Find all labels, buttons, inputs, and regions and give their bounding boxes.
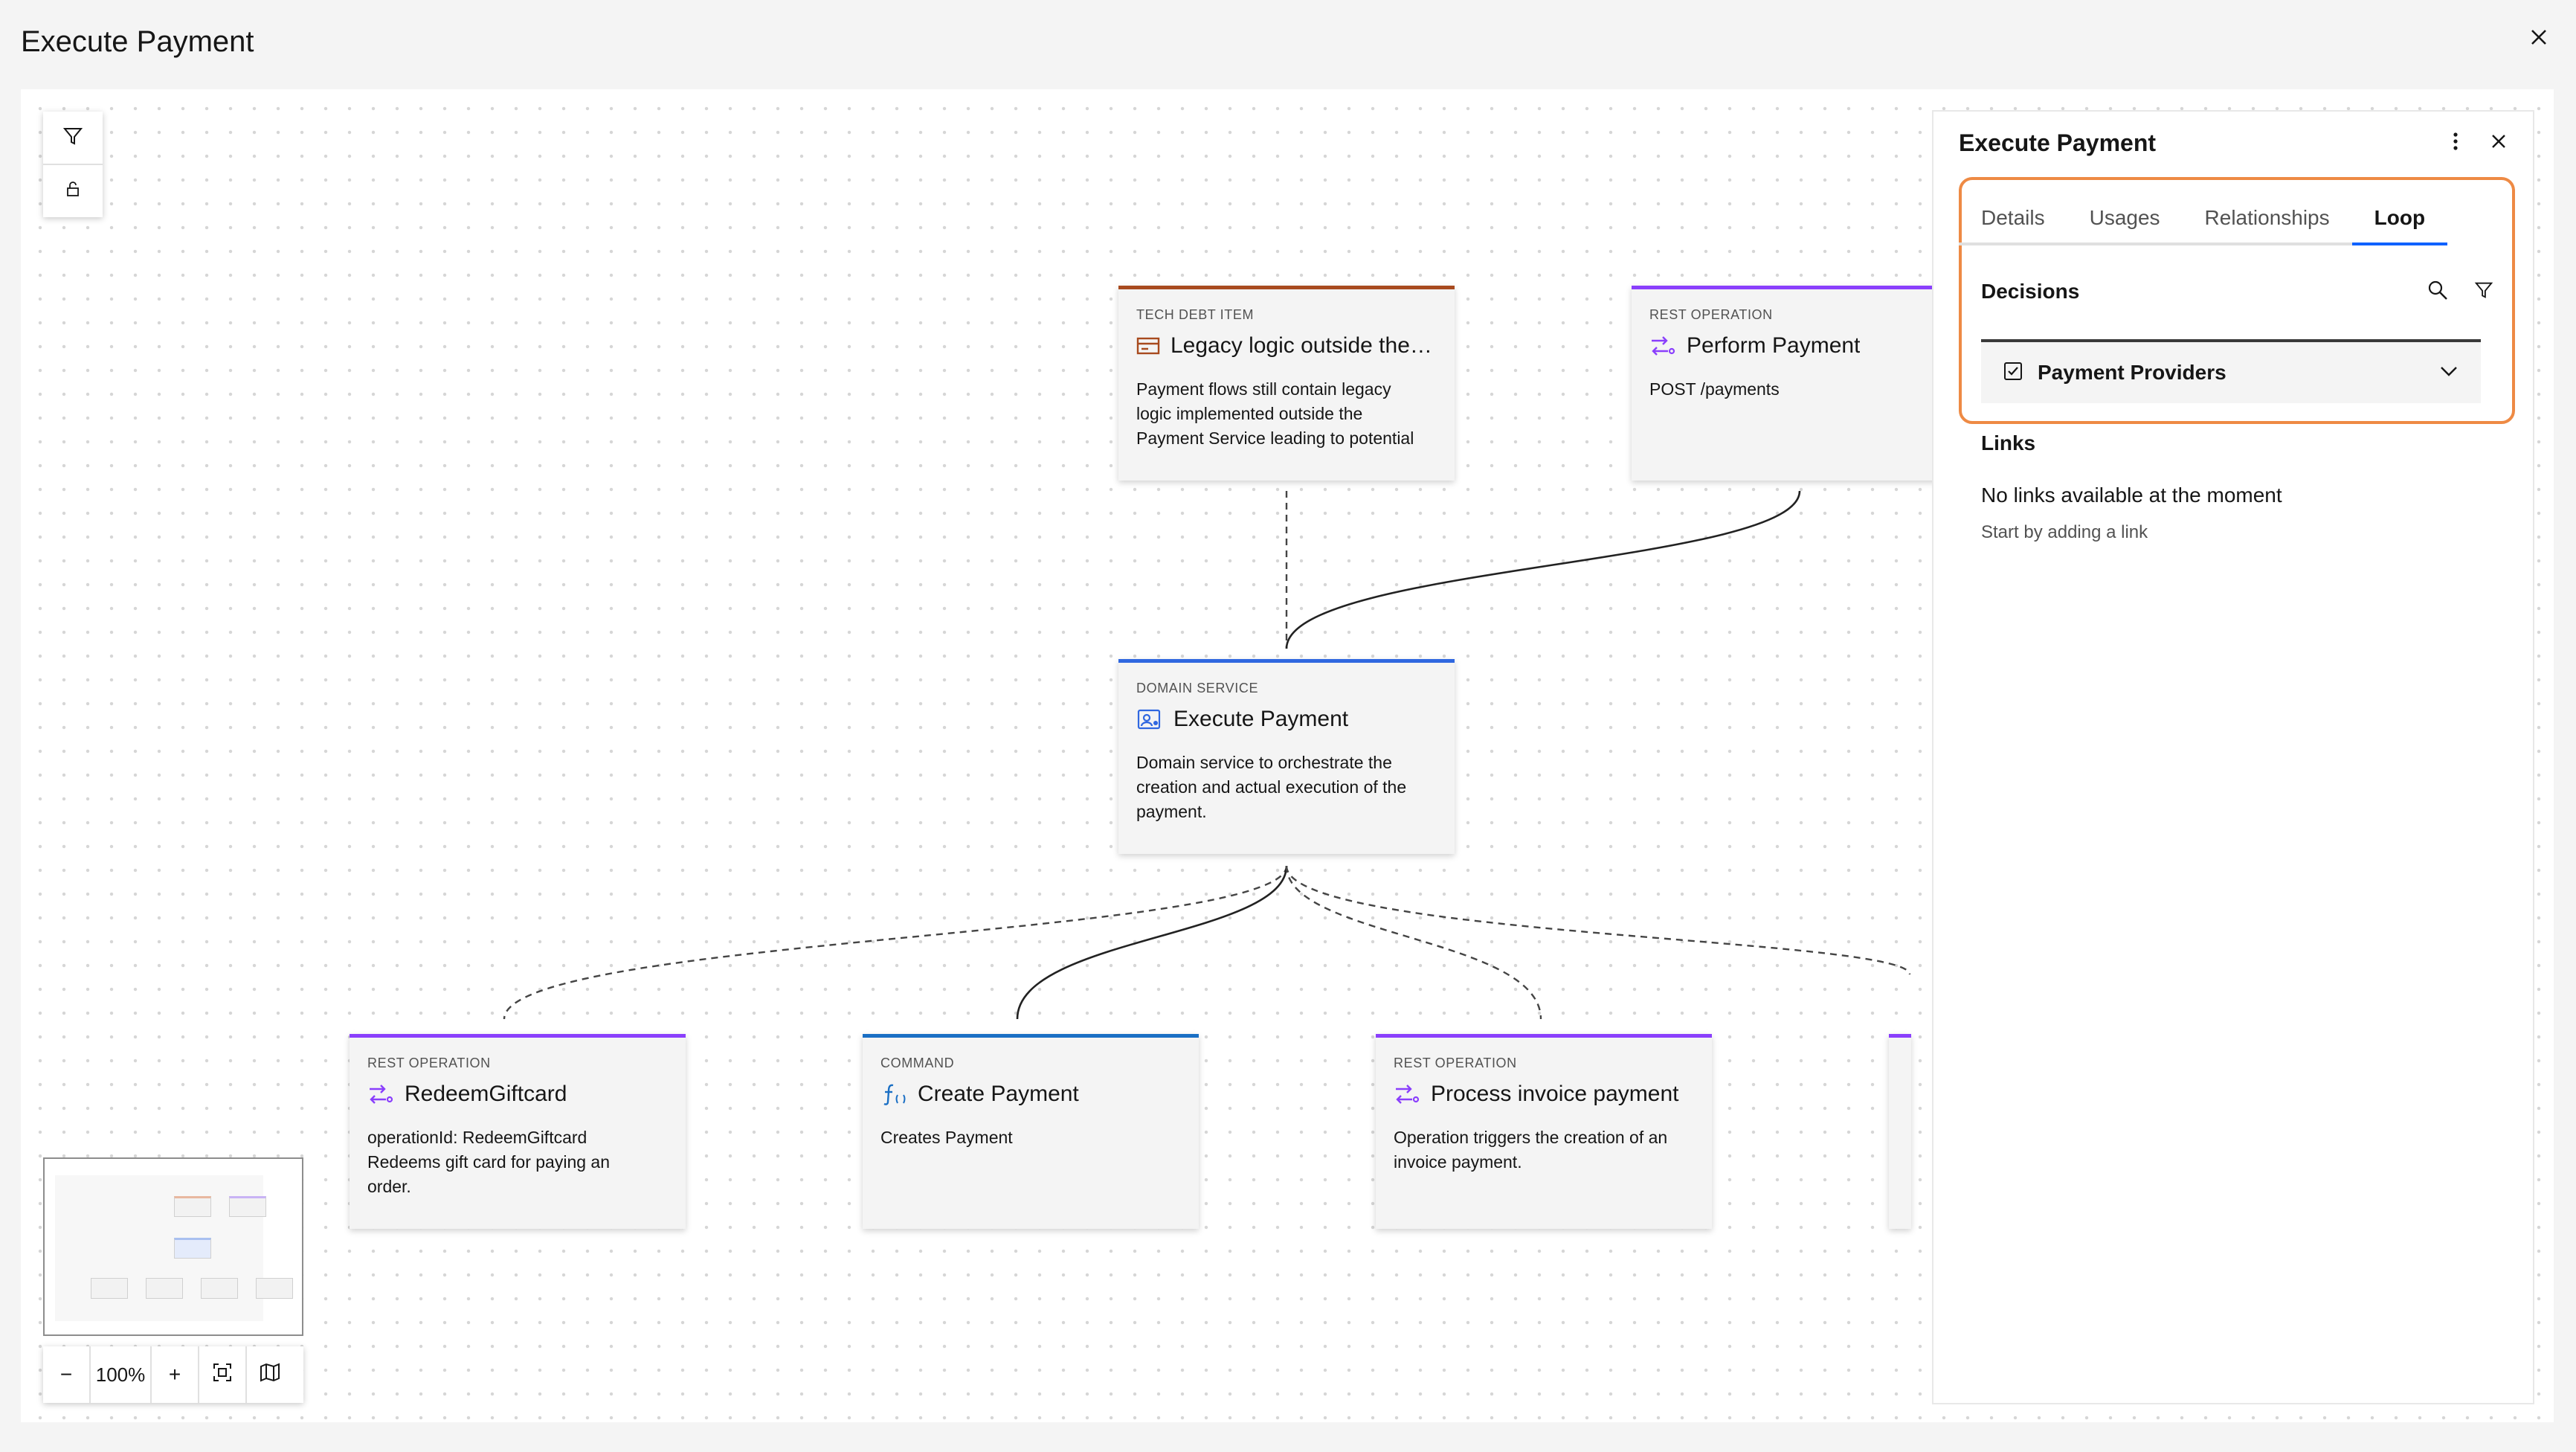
tab-loop[interactable]: Loop bbox=[2351, 193, 2448, 245]
edge-execute-to-redeem bbox=[503, 865, 1288, 1020]
zoom-in-button[interactable]: + bbox=[152, 1346, 198, 1403]
minimap-node bbox=[174, 1238, 211, 1259]
filter-icon bbox=[2474, 282, 2493, 298]
tech-debt-icon bbox=[1136, 333, 1160, 359]
node-description: operationId: RedeemGiftcard Redeems gift… bbox=[367, 1128, 611, 1196]
node-description: Payment flows still contain legacy logic… bbox=[1136, 379, 1414, 448]
fit-view-icon bbox=[213, 1363, 232, 1387]
zoom-toolbar: − 100% + bbox=[43, 1346, 303, 1403]
rest-operation-icon bbox=[1394, 1081, 1420, 1108]
node-description: Operation triggers the creation of an in… bbox=[1394, 1128, 1668, 1172]
zoom-out-button[interactable]: − bbox=[43, 1346, 89, 1403]
node-title: Create Payment bbox=[918, 1082, 1079, 1106]
links-empty-hint: Start by adding a link bbox=[1981, 522, 2148, 542]
node-kind: REST OPERATION bbox=[1649, 307, 1773, 322]
node-description: Creates Payment bbox=[880, 1128, 1013, 1147]
links-heading: Links bbox=[1981, 431, 2036, 454]
node-kind: REST OPERATION bbox=[367, 1056, 491, 1070]
node-kind: COMMAND bbox=[880, 1056, 955, 1070]
node-tech-debt[interactable]: TECH DEBT ITEM Legacy logic outside the … bbox=[1118, 286, 1455, 481]
minimap[interactable] bbox=[43, 1157, 303, 1336]
minimap-node bbox=[229, 1196, 266, 1217]
rest-operation-icon bbox=[367, 1081, 394, 1108]
domain-service-icon bbox=[1136, 706, 1163, 733]
minimap-node bbox=[201, 1278, 238, 1299]
panel-tabs: Details Usages Relationships Loop bbox=[1959, 193, 2448, 245]
node-kind: TECH DEBT ITEM bbox=[1136, 307, 1255, 322]
decisions-heading: Decisions bbox=[1981, 280, 2080, 303]
tab-usages[interactable]: Usages bbox=[2067, 193, 2183, 245]
edge-execute-to-invoice bbox=[1285, 865, 1542, 1020]
checkbox-checked-icon bbox=[2003, 362, 2023, 385]
panel-close-button[interactable] bbox=[2482, 126, 2515, 159]
edge-execute-to-create bbox=[1016, 865, 1288, 1020]
node-title: Process invoice payment bbox=[1431, 1082, 1679, 1106]
node-create-payment[interactable]: COMMAND Create Payment Creates Payment bbox=[863, 1034, 1199, 1229]
node-offscreen-partial[interactable] bbox=[1889, 1034, 1911, 1229]
minimap-toggle-button[interactable] bbox=[247, 1346, 293, 1403]
node-execute-payment[interactable]: DOMAIN SERVICE Execute Payment Domain se… bbox=[1118, 659, 1455, 854]
overflow-menu-button[interactable] bbox=[2439, 126, 2472, 159]
links-empty-title: No links available at the moment bbox=[1981, 484, 2282, 507]
node-title: Legacy logic outside the Payment Service bbox=[1171, 333, 1437, 358]
edge-perform-to-execute bbox=[1285, 490, 1801, 649]
panel-title: Execute Payment bbox=[1959, 129, 2157, 156]
chevron-down-icon bbox=[2439, 365, 2459, 381]
node-process-invoice-payment[interactable]: REST OPERATION Process invoice payment O… bbox=[1376, 1034, 1712, 1229]
close-icon[interactable] bbox=[2522, 21, 2555, 54]
filter-button[interactable] bbox=[2467, 274, 2500, 306]
node-description: Domain service to orchestrate the creati… bbox=[1136, 753, 1407, 821]
minimap-node bbox=[91, 1278, 128, 1299]
command-icon bbox=[880, 1081, 907, 1108]
node-perform-payment[interactable]: REST OPERATION Perform Payment POST /pay… bbox=[1632, 286, 1968, 481]
minimap-node bbox=[146, 1278, 183, 1299]
overflow-menu-icon bbox=[2453, 132, 2459, 155]
decision-accordion-payment-providers[interactable]: Payment Providers bbox=[1981, 339, 2481, 403]
map-icon bbox=[260, 1362, 280, 1387]
close-icon bbox=[2490, 133, 2507, 153]
edge-execute-to-offscreen bbox=[1285, 865, 1911, 975]
node-redeem-giftcard[interactable]: REST OPERATION RedeemGiftcard operationI… bbox=[350, 1034, 686, 1229]
search-button[interactable] bbox=[2421, 274, 2454, 306]
tab-relationships[interactable]: Relationships bbox=[2182, 193, 2352, 245]
fit-view-button[interactable] bbox=[199, 1346, 245, 1403]
node-title: Execute Payment bbox=[1173, 707, 1349, 731]
node-title: Perform Payment bbox=[1687, 333, 1861, 358]
search-icon bbox=[2428, 280, 2447, 300]
rest-operation-icon bbox=[1649, 333, 1676, 359]
node-kind: REST OPERATION bbox=[1394, 1056, 1517, 1070]
minimap-node bbox=[174, 1196, 211, 1217]
node-title: RedeemGiftcard bbox=[405, 1082, 567, 1106]
decisions-actions bbox=[2421, 274, 2500, 306]
node-description: POST /payments bbox=[1649, 379, 1780, 399]
decision-label: Payment Providers bbox=[2038, 361, 2226, 384]
minimap-node bbox=[256, 1278, 293, 1299]
page-title: Execute Payment bbox=[21, 25, 254, 58]
tab-details[interactable]: Details bbox=[1959, 193, 2067, 245]
node-kind: DOMAIN SERVICE bbox=[1136, 681, 1259, 696]
zoom-level: 100% bbox=[89, 1346, 152, 1403]
details-panel: Execute Payment Details Usages Relations… bbox=[1932, 110, 2534, 1404]
